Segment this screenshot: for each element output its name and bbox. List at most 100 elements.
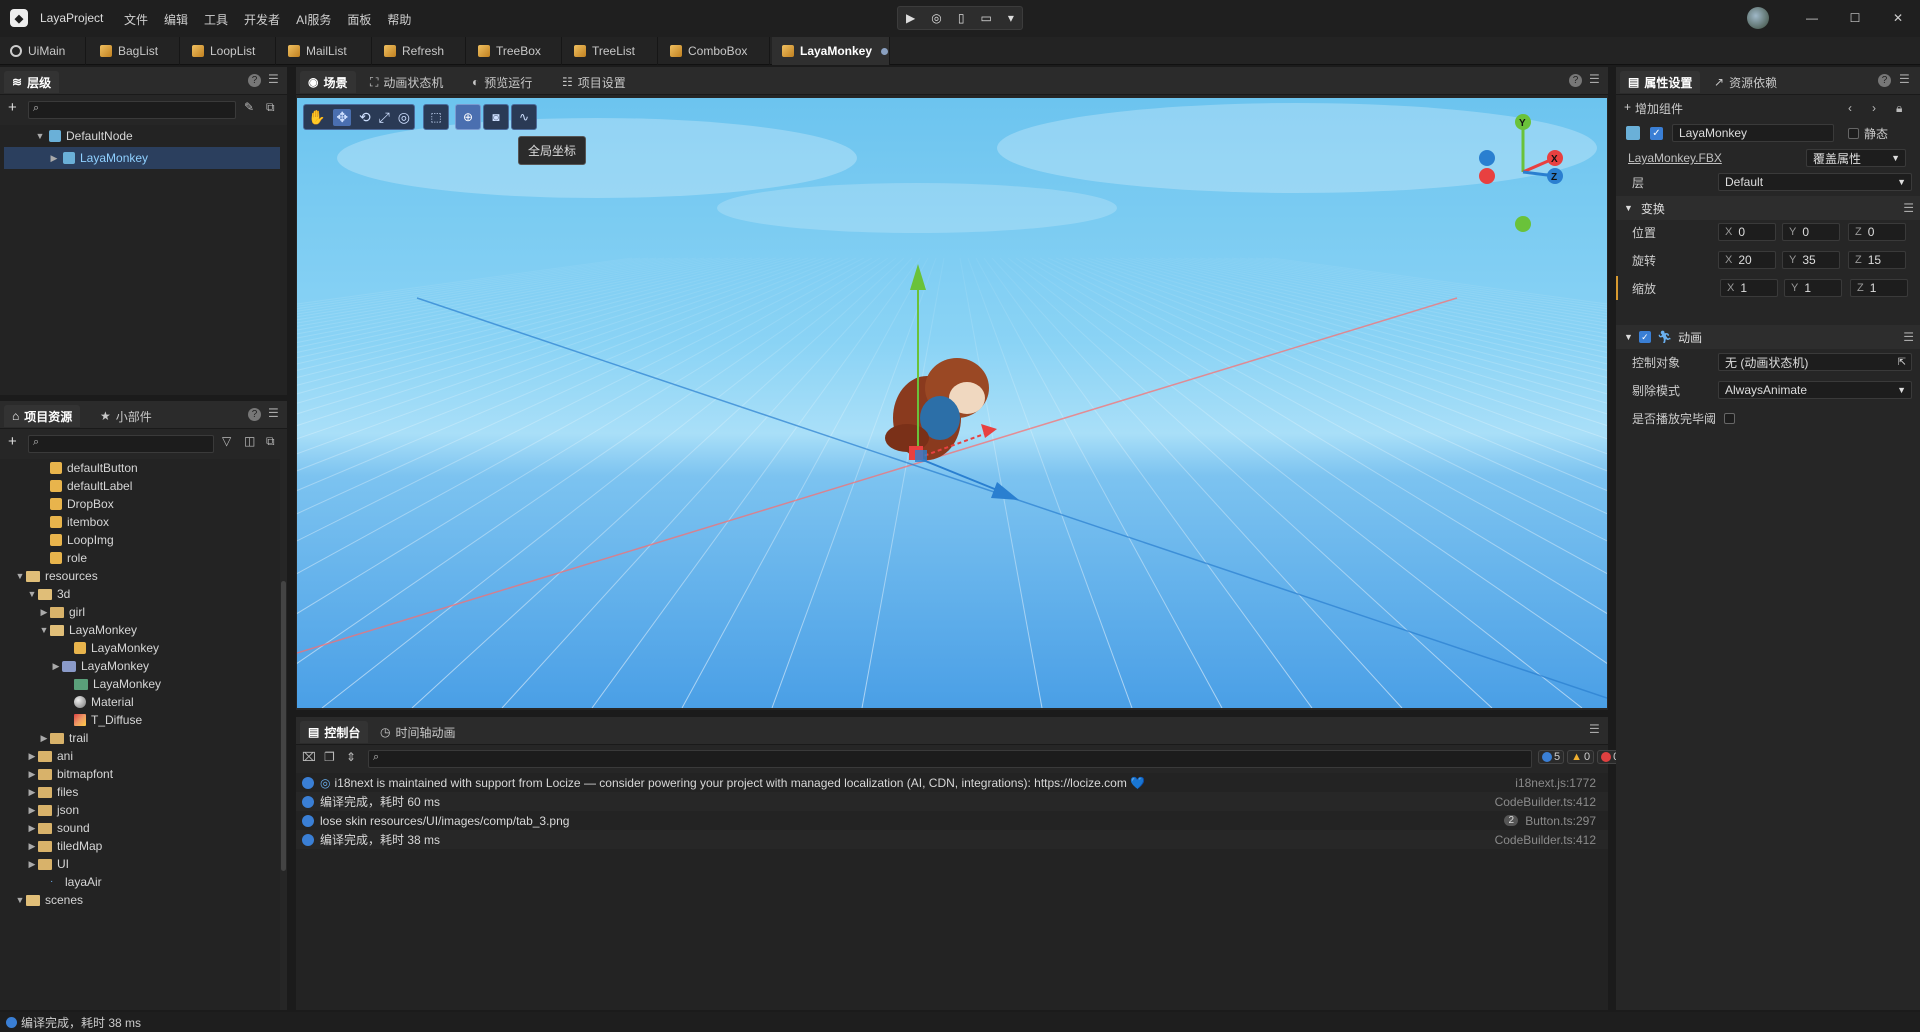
asset-item[interactable]: ▶ files [26, 783, 79, 801]
console-search-input[interactable]: ⌕ [368, 750, 1532, 768]
override-dropdown[interactable]: 覆盖属性 ▼ [1806, 149, 1906, 167]
tab-treebox[interactable]: TreeBox [468, 37, 562, 65]
help-icon[interactable]: ? [248, 74, 261, 87]
tab-project-settings[interactable]: ☷ 项目设置 [554, 71, 634, 93]
forward-icon[interactable]: › [1872, 101, 1876, 115]
add-asset-icon[interactable]: + [8, 433, 17, 450]
asset-item[interactable]: ▶ sound [26, 819, 90, 837]
position-z-input[interactable]: Z0 [1848, 223, 1906, 241]
clear-icon[interactable]: ⌧ [302, 750, 316, 764]
asset-item[interactable]: LayaMonkey [62, 639, 159, 657]
log-entry[interactable]: lose skin resources/UI/images/comp/tab_3… [296, 811, 1608, 830]
chevron-right-icon[interactable]: ▶ [38, 607, 50, 618]
warn-count-badge[interactable]: ▲ 0 [1567, 750, 1595, 764]
chevron-right-icon[interactable]: ▶ [38, 733, 50, 744]
maximize-icon[interactable]: ☐ [1843, 8, 1867, 28]
copy-icon[interactable]: ❐ [324, 750, 335, 764]
tab-combobox[interactable]: ComboBox [660, 37, 770, 65]
tab-timeline[interactable]: ◷ 时间轴动画 [372, 721, 464, 743]
menu-developer[interactable]: 开发者 [244, 11, 280, 28]
scale-x-input[interactable]: X1 [1720, 279, 1778, 297]
wrench-icon[interactable]: ✎ [244, 100, 254, 114]
menu-panel[interactable]: 面板 [347, 11, 371, 28]
tab-looplist[interactable]: LoopList [182, 37, 276, 65]
move-tool-icon[interactable]: ✥ [333, 108, 352, 126]
help-icon[interactable]: ? [248, 408, 261, 421]
chevron-down-icon[interactable]: ▾ [1008, 11, 1014, 25]
collapse-all-icon[interactable]: ⧉ [266, 434, 275, 449]
picker-icon[interactable]: ⇱ [1898, 357, 1906, 368]
tree-node[interactable]: ▼ DefaultNode [0, 125, 280, 147]
log-entry[interactable]: 编译完成，耗时 60 ms CodeBuilder.ts:412 [296, 792, 1608, 811]
asset-item[interactable]: ▼ 3d [26, 585, 71, 603]
minimize-icon[interactable]: — [1800, 8, 1824, 28]
rotation-x-input[interactable]: X 20 [1718, 251, 1776, 269]
asset-item[interactable]: · layaAir [38, 873, 102, 891]
asset-item[interactable]: DropBox [38, 495, 114, 513]
asset-item[interactable]: defaultLabel [38, 477, 132, 495]
chevron-down-icon[interactable]: ▼ [26, 589, 38, 599]
asset-item[interactable]: T_Diffuse [62, 711, 142, 729]
scene-viewport[interactable]: Y X Z ✋ ✥ ⟲ ⤢ ◎ ⬚ ⊕ ◙ ∿ 全局坐标 [297, 98, 1607, 708]
tab-widgets[interactable]: ★ 小部件 [92, 405, 160, 427]
scale-tool-icon[interactable]: ⤢ [379, 109, 390, 126]
position-x-input[interactable]: X0 [1718, 223, 1776, 241]
camera-icon[interactable]: ◙ [483, 104, 509, 130]
node-name-input[interactable]: LayaMonkey [1672, 124, 1834, 142]
asset-item[interactable]: ▶ girl [38, 603, 85, 621]
active-checkbox[interactable]: ✓ [1650, 126, 1663, 140]
asset-item[interactable]: Material [62, 693, 134, 711]
animation-enabled-checkbox[interactable]: ✓ [1638, 331, 1651, 343]
asset-item[interactable]: ▶ json [26, 801, 79, 819]
culling-dropdown[interactable]: AlwaysAnimate ▼ [1718, 381, 1912, 399]
menu-icon[interactable]: ☰ [1903, 201, 1914, 215]
asset-item[interactable]: ▼ LayaMonkey [38, 621, 138, 639]
tab-animator[interactable]: ⛶ 动画状态机 [362, 71, 451, 93]
scale-y-input[interactable]: Y1 [1784, 279, 1842, 297]
local-space-icon[interactable]: ⬚ [423, 104, 449, 130]
tab-console[interactable]: ▤ 控制台 [300, 721, 369, 743]
globe-icon[interactable]: ◎ [931, 11, 941, 25]
chevron-right-icon[interactable]: ▶ [26, 859, 38, 870]
rect-tool-icon[interactable]: ◎ [398, 109, 410, 126]
menu-icon[interactable]: ☰ [1903, 330, 1914, 344]
asset-item[interactable]: LoopImg [38, 531, 114, 549]
log-entry[interactable]: ◎ i18next is maintained with support from… [296, 773, 1608, 792]
asset-scrollbar[interactable] [281, 581, 286, 871]
info-count-badge[interactable]: 5 [1538, 750, 1565, 764]
monkey-model[interactable] [885, 358, 989, 460]
assets-search-input[interactable]: ⌕ [28, 435, 214, 453]
static-checkbox[interactable] [1848, 127, 1859, 139]
animation-section-header[interactable]: ▼ ✓ 🏃︎ 动画 ☰ [1616, 325, 1920, 349]
add-node-icon[interactable]: + [8, 99, 17, 116]
asset-item[interactable]: ▼ resources [14, 567, 98, 585]
rotation-z-input[interactable]: Z 15 [1848, 251, 1906, 269]
stats-icon[interactable]: ∿ [511, 104, 537, 130]
chevron-down-icon[interactable]: ▼ [14, 895, 26, 905]
chevron-right-icon[interactable]: ▶ [26, 841, 38, 852]
chevron-right-icon[interactable]: ▶ [26, 751, 38, 762]
log-entry[interactable]: 编译完成，耗时 38 ms CodeBuilder.ts:412 [296, 830, 1608, 849]
asset-item[interactable]: ▶ LayaMonkey [50, 657, 150, 675]
asset-item[interactable]: ▶ trail [38, 729, 89, 747]
hierarchy-search-input[interactable]: ⌕ [28, 101, 236, 119]
tab-dependencies[interactable]: ↗ 资源依赖 [1706, 71, 1785, 93]
collapse-icon[interactable]: ⇕ [346, 750, 356, 764]
controller-field[interactable]: 无 (动画状态机) ⇱ [1718, 353, 1912, 371]
tree-node-selected[interactable]: ▶ LayaMonkey [4, 147, 280, 169]
chevron-down-icon[interactable]: ▼ [34, 131, 46, 141]
help-icon[interactable]: ? [1569, 74, 1582, 87]
chevron-down-icon[interactable]: ▼ [38, 625, 50, 635]
tab-treelist[interactable]: TreeList [564, 37, 658, 65]
asset-item[interactable]: ▶ bitmapfont [26, 765, 114, 783]
position-y-input[interactable]: Y0 [1782, 223, 1840, 241]
tab-maillist[interactable]: MailList [278, 37, 372, 65]
chevron-down-icon[interactable]: ▼ [14, 571, 26, 581]
rotate-tool-icon[interactable]: ⟲ [359, 109, 371, 126]
scale-z-input[interactable]: Z1 [1850, 279, 1908, 297]
tab-project-assets[interactable]: ⌂ 项目资源 [4, 405, 81, 427]
asset-item[interactable]: LayaMonkey [62, 675, 161, 693]
tab-uimain[interactable]: UiMain [0, 37, 86, 65]
asset-item[interactable]: role [38, 549, 87, 567]
filter-icon[interactable]: ▽ [222, 434, 231, 448]
